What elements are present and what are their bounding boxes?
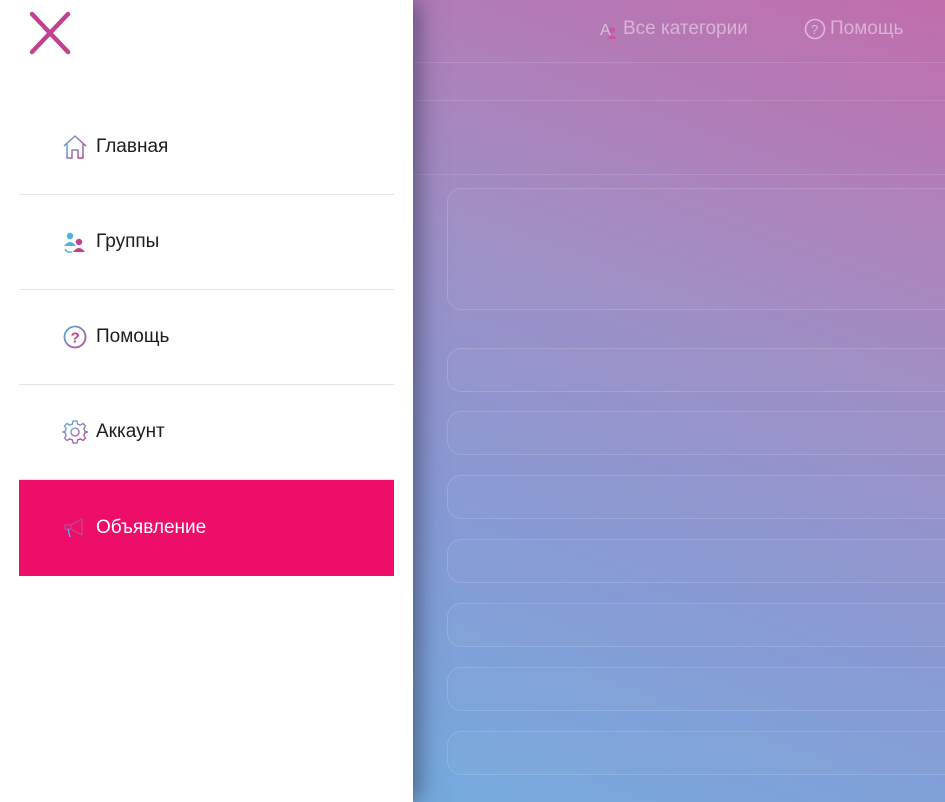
list-item[interactable] (447, 667, 945, 711)
groups-icon (62, 229, 88, 255)
menu-item-label: Объявление (96, 517, 207, 538)
all-categories-link[interactable]: A Все категории (597, 18, 748, 40)
menu-item-label: Главная (96, 136, 169, 157)
top-header: A Все категории ? Помощь (413, 0, 945, 63)
help-link[interactable]: ? Помощь (804, 18, 903, 40)
home-icon (62, 134, 88, 160)
content-card (447, 188, 945, 310)
menu-item-announcement[interactable]: Объявление (19, 480, 394, 576)
list-item[interactable] (447, 731, 945, 775)
menu-item-help[interactable]: ? Помощь (19, 290, 394, 385)
menu-item-label: Помощь (96, 326, 170, 347)
app-page: A Все категории ? Помощь Главная Группы … (0, 0, 945, 802)
svg-text:?: ? (71, 330, 80, 347)
all-categories-label: Все категории (623, 18, 748, 39)
menu-item-groups[interactable]: Группы (19, 195, 394, 290)
help-icon: ? (62, 324, 88, 350)
divider (413, 100, 945, 101)
close-icon[interactable] (28, 10, 72, 56)
megaphone-icon (62, 515, 88, 541)
menu-item-label: Группы (96, 231, 160, 252)
menu-item-home[interactable]: Главная (19, 100, 394, 195)
help-icon: ? (804, 18, 826, 40)
svg-text:?: ? (811, 22, 818, 37)
menu-item-label: Аккаунт (96, 421, 165, 442)
drawer-menu: Главная Группы ? Помощь Аккаунт Объявлен… (19, 100, 394, 576)
list-item[interactable] (447, 475, 945, 519)
list-item[interactable] (447, 348, 945, 392)
help-label: Помощь (830, 18, 904, 39)
side-drawer: Главная Группы ? Помощь Аккаунт Объявлен… (0, 0, 413, 802)
list-item[interactable] (447, 603, 945, 647)
list-item[interactable] (447, 539, 945, 583)
categories-icon: A (597, 18, 619, 40)
list-item[interactable] (447, 411, 945, 455)
gear-icon (62, 419, 88, 445)
menu-item-account[interactable]: Аккаунт (19, 385, 394, 480)
divider (413, 174, 945, 175)
